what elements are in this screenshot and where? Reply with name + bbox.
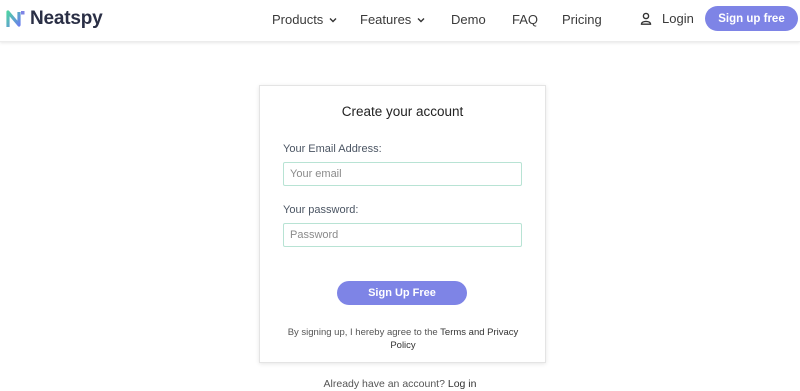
user-icon bbox=[640, 12, 652, 25]
chevron-down-icon bbox=[417, 17, 425, 22]
nav-demo-label: Demo bbox=[451, 12, 486, 27]
nav-features[interactable]: Features bbox=[360, 12, 426, 27]
sign-up-free-button[interactable]: Sign Up Free bbox=[337, 281, 467, 305]
terms-text: By signing up, I hereby agree to the Ter… bbox=[278, 326, 528, 352]
nav-demo[interactable]: Demo bbox=[451, 12, 486, 27]
nav-products-label: Products bbox=[272, 12, 324, 27]
password-field[interactable] bbox=[283, 223, 522, 247]
nav-faq-label: FAQ bbox=[512, 12, 539, 27]
already-text: Already have an account? bbox=[323, 378, 448, 390]
nav-features-label: Features bbox=[360, 12, 412, 27]
nav-pricing-label: Pricing bbox=[562, 12, 602, 27]
login-link[interactable]: Login bbox=[640, 11, 694, 26]
chevron-down-icon bbox=[329, 17, 337, 22]
form-title: Create your account bbox=[341, 104, 464, 119]
nav-products[interactable]: Products bbox=[272, 12, 338, 27]
log-in-link[interactable]: Log in bbox=[448, 378, 477, 390]
email-label: Your Email Address: bbox=[283, 143, 382, 155]
neatspy-logo-icon bbox=[6, 10, 25, 27]
nav-pricing[interactable]: Pricing bbox=[562, 12, 602, 27]
password-label: Your password: bbox=[283, 204, 359, 216]
terms-prefix: By signing up, I hereby agree to the bbox=[287, 327, 441, 338]
top-header: Neatspy Products Features Demo FAQ Prici… bbox=[0, 0, 800, 42]
brand-name: Neatspy bbox=[30, 8, 103, 29]
signup-free-button[interactable]: Sign up free bbox=[705, 6, 798, 31]
nav-faq[interactable]: FAQ bbox=[512, 12, 538, 27]
create-account-card: Create your account Your Email Address: … bbox=[259, 85, 546, 363]
login-label: Login bbox=[662, 11, 694, 26]
already-have-account: Already have an account? Log in bbox=[0, 378, 800, 390]
brand-logo[interactable]: Neatspy bbox=[6, 8, 103, 30]
email-field[interactable] bbox=[283, 162, 522, 186]
